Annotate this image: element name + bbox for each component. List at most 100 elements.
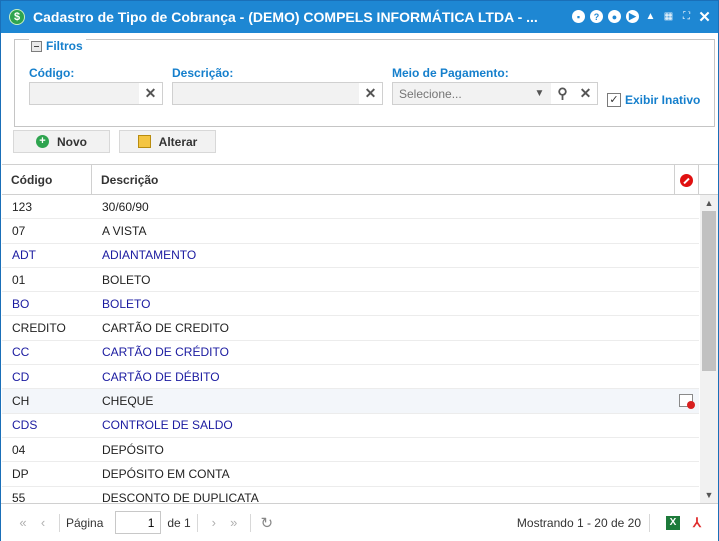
cell-descricao: A VISTA	[102, 223, 147, 238]
cell-codigo: DP	[12, 466, 29, 481]
table-row[interactable]: CH CHEQUE	[2, 389, 699, 414]
separator	[59, 513, 60, 532]
clear-codigo-icon[interactable]: ✕	[139, 83, 162, 104]
alterar-label: Alterar	[158, 134, 198, 149]
window-body: Filtros Código: ✕ Descrição: ✕ Meio de P…	[1, 33, 718, 541]
page-label: Página	[66, 515, 104, 530]
search-icon[interactable]: ⚲	[551, 83, 574, 104]
filters-fieldset: Filtros Código: ✕ Descrição: ✕ Meio de P…	[14, 39, 715, 127]
chat-icon[interactable]: ▪	[572, 10, 585, 23]
cell-codigo: 01	[12, 272, 26, 287]
dropdown-arrow-icon[interactable]: ▼	[528, 83, 551, 104]
play-icon[interactable]: ▶	[626, 10, 639, 23]
window-title: Cadastro de Tipo de Cobrança - (DEMO) CO…	[33, 9, 538, 25]
cell-descricao: DESCONTO DE DUPLICATA	[102, 491, 259, 503]
cell-codigo: CD	[12, 369, 30, 384]
calendar-icon[interactable]: ▦	[661, 9, 676, 24]
page-input[interactable]	[115, 511, 162, 534]
help-icon[interactable]: ?	[590, 10, 603, 23]
column-header-codigo[interactable]: Código	[2, 165, 92, 195]
cell-descricao: BOLETO	[102, 272, 151, 287]
codigo-field: ✕	[29, 82, 163, 105]
cell-descricao: DEPÓSITO	[102, 442, 164, 457]
alterar-button[interactable]: Alterar	[119, 130, 216, 153]
grid: Código Descrição 123 30/60/90 07 A VISTA ADT…	[2, 164, 718, 503]
cell-descricao: CONTROLE DE SALDO	[102, 418, 233, 433]
separator	[196, 513, 198, 532]
cell-codigo: ADT	[12, 248, 36, 263]
title-tools: ▪ ? ● ▶ ▲ ▦ ⛶ ✕	[571, 9, 712, 26]
user-icon[interactable]: ▲	[643, 9, 658, 24]
exibir-inativo-checkbox[interactable]: ✓	[607, 93, 621, 107]
meio-pagamento-label: Meio de Pagamento:	[392, 66, 509, 80]
cell-codigo: 55	[12, 491, 26, 503]
pager: « ‹ Página de 1 › » ↻ Mostrando 1 - 20 d…	[1, 503, 718, 541]
table-row[interactable]: BO BOLETO	[2, 292, 699, 317]
prev-page-icon[interactable]: ‹	[33, 515, 53, 530]
filters-legend[interactable]: Filtros	[29, 39, 86, 53]
exibir-inativo[interactable]: ✓ Exibir Inativo	[607, 93, 700, 107]
meio-pagamento-input[interactable]	[393, 83, 528, 104]
descricao-input[interactable]	[173, 83, 359, 104]
scroll-up-icon[interactable]: ▲	[700, 195, 718, 211]
table-row[interactable]: CD CARTÃO DE DÉBITO	[2, 365, 699, 390]
table-row[interactable]: DP DEPÓSITO EM CONTA	[2, 462, 699, 487]
first-page-icon[interactable]: «	[13, 515, 33, 530]
clear-descricao-icon[interactable]: ✕	[359, 83, 382, 104]
page-of-label: de 1	[167, 515, 191, 530]
table-row[interactable]: 07 A VISTA	[2, 219, 699, 244]
cell-codigo: CDS	[12, 418, 38, 433]
table-row[interactable]: 55 DESCONTO DE DUPLICATA	[2, 487, 699, 503]
last-page-icon[interactable]: »	[224, 515, 244, 530]
maximize-icon[interactable]: ⛶	[679, 9, 694, 24]
cell-codigo: BO	[12, 296, 30, 311]
cell-descricao: CARTÃO DE CREDITO	[102, 321, 229, 336]
table-row[interactable]: CC CARTÃO DE CRÉDITO	[2, 341, 699, 366]
table-row[interactable]: 01 BOLETO	[2, 268, 699, 293]
table-row[interactable]: 123 30/60/90	[2, 195, 699, 220]
codigo-label: Código:	[29, 66, 75, 80]
filters-legend-label: Filtros	[46, 39, 83, 53]
meio-pagamento-field: ▼ ⚲ ✕	[392, 82, 598, 105]
grid-body: 123 30/60/90 07 A VISTA ADT ADIANTAMENTO 01 BOL…	[2, 195, 699, 503]
clear-meio-icon[interactable]: ✕	[574, 83, 597, 104]
cell-codigo: CH	[12, 394, 30, 409]
cell-codigo: 07	[12, 223, 26, 238]
dollar-icon: $	[9, 9, 25, 25]
cell-descricao: ADIANTAMENTO	[102, 248, 197, 263]
table-row[interactable]: CDS CONTROLE DE SALDO	[2, 414, 699, 438]
scroll-down-icon[interactable]: ▼	[700, 487, 718, 503]
table-row[interactable]: CREDITO CARTÃO DE CREDITO	[2, 316, 699, 341]
cell-descricao: BOLETO	[102, 296, 151, 311]
codigo-input[interactable]	[30, 83, 139, 104]
inactive-icon	[680, 173, 693, 187]
table-row[interactable]: 04 DEPÓSITO	[2, 438, 699, 463]
column-header-descricao[interactable]: Descrição	[92, 165, 675, 195]
vertical-scrollbar[interactable]: ▲ ▼	[700, 195, 718, 503]
descricao-field: ✕	[172, 82, 383, 105]
separator	[649, 513, 650, 532]
grid-header: Código Descrição	[2, 165, 718, 195]
collapse-icon[interactable]	[31, 40, 42, 52]
novo-label: Novo	[57, 134, 87, 149]
close-icon[interactable]: ✕	[697, 9, 712, 26]
table-row[interactable]: ADT ADIANTAMENTO	[2, 244, 699, 268]
column-header-actions	[675, 165, 699, 195]
excel-export-icon[interactable]: X	[666, 515, 680, 530]
cell-descricao: 30/60/90	[102, 199, 149, 214]
descricao-label: Descrição:	[172, 66, 234, 80]
deactivate-icon[interactable]	[679, 394, 695, 410]
cell-descricao: CHEQUE	[102, 394, 154, 409]
cell-codigo: CC	[12, 345, 30, 360]
next-page-icon[interactable]: ›	[204, 515, 224, 530]
title-bar[interactable]: $ Cadastro de Tipo de Cobrança - (DEMO) …	[1, 1, 718, 33]
cell-descricao: DEPÓSITO EM CONTA	[102, 466, 230, 481]
novo-button[interactable]: + Novo	[13, 130, 110, 153]
info-icon[interactable]: ●	[608, 10, 621, 23]
scroll-thumb[interactable]	[702, 211, 716, 371]
cell-codigo: CREDITO	[12, 321, 66, 336]
refresh-icon[interactable]: ↻	[257, 514, 277, 532]
window: $ Cadastro de Tipo de Cobrança - (DEMO) …	[0, 0, 719, 541]
pdf-export-icon[interactable]: ⅄	[690, 515, 704, 530]
separator	[249, 513, 251, 532]
